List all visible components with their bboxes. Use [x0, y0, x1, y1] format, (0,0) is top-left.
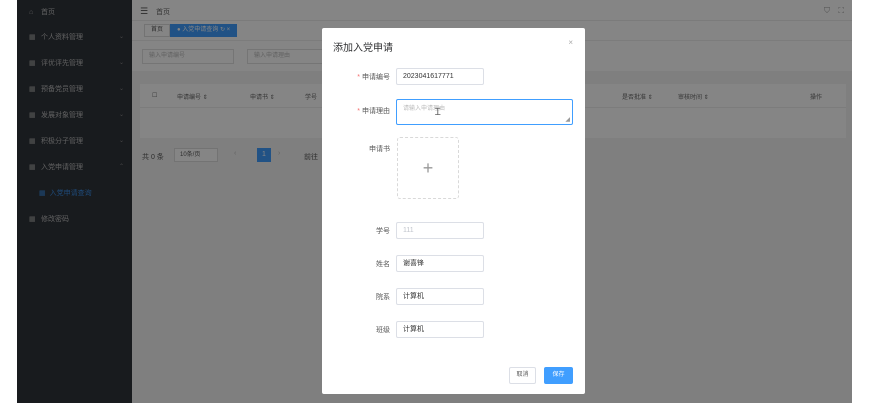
text-cursor-icon: Ɪ	[435, 107, 441, 118]
student-id-label: 学号	[376, 228, 390, 235]
close-icon[interactable]: ×	[568, 38, 573, 47]
class-label: 班级	[376, 327, 390, 334]
name-label: 姓名	[376, 261, 390, 268]
code-label-text: 申请编号	[362, 74, 390, 81]
code-label: * 申请编号	[330, 72, 390, 82]
plus-icon: +	[422, 157, 434, 178]
upload-box[interactable]: +	[397, 137, 459, 199]
resize-handle-icon[interactable]: ◢	[565, 116, 570, 123]
application-reason-textarea[interactable]: 请输入申请理由 ◢	[396, 99, 573, 125]
dialog-title: 添加入党申请	[333, 43, 393, 54]
application-code-field[interactable]: 2023041617771	[396, 68, 484, 85]
add-application-dialog: 添加入党申请 × * 申请编号 2023041617771 * 申请理由 请输入申请…	[322, 28, 585, 394]
required-mark: *	[357, 108, 360, 115]
cancel-button[interactable]: 取消	[509, 367, 536, 384]
reason-label-text: 申请理由	[362, 108, 390, 115]
student-id-field[interactable]: 111	[396, 222, 484, 239]
letter-label: 申请书	[369, 146, 390, 153]
department-label: 院系	[376, 294, 390, 301]
required-mark: *	[357, 74, 360, 81]
name-field[interactable]: 谢喜锋	[396, 255, 484, 272]
department-field[interactable]: 计算机	[396, 288, 484, 305]
class-field[interactable]: 计算机	[396, 321, 484, 338]
save-button[interactable]: 保存	[544, 367, 573, 384]
reason-label: * 申请理由	[330, 106, 390, 116]
